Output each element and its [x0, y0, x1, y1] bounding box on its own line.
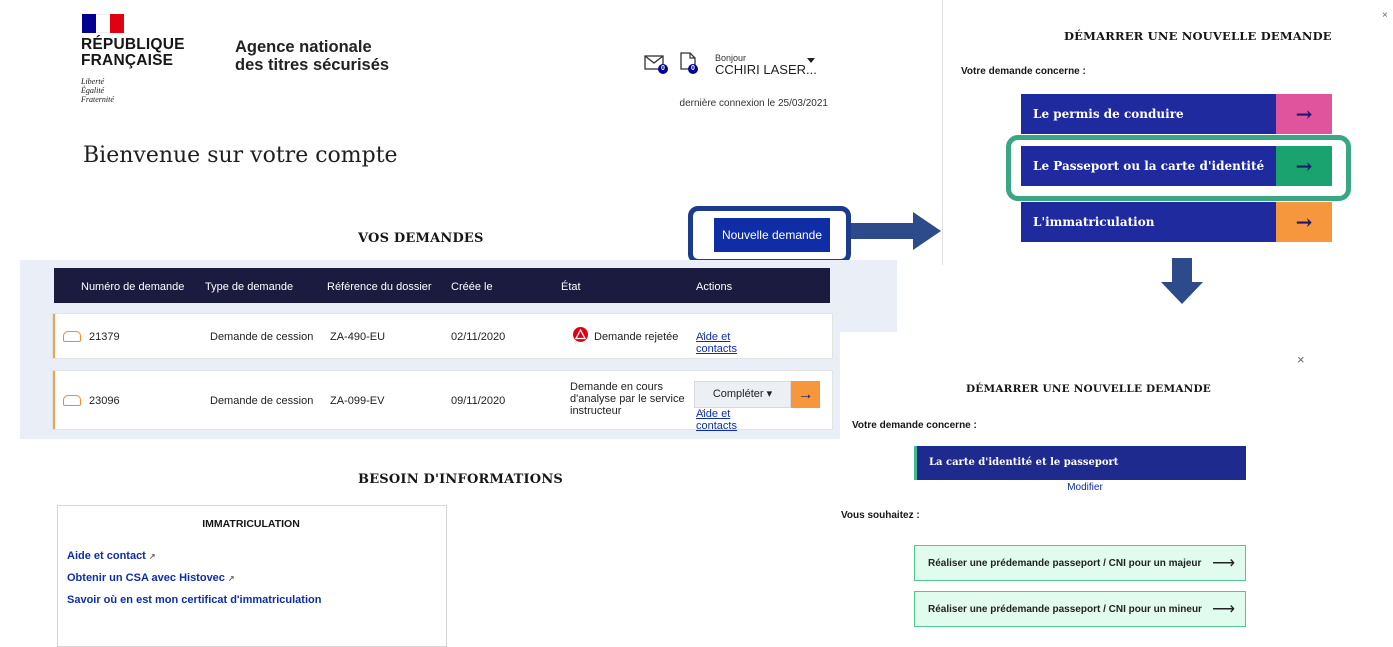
histovec-link[interactable]: Obtenir un CSA avec Histovec ↗: [67, 572, 235, 584]
close-icon[interactable]: ×: [1382, 10, 1388, 21]
column-header: Type de demande: [205, 281, 294, 293]
mail-count-badge: 0: [658, 64, 668, 74]
request-ref: ZA-099-EV: [330, 395, 385, 407]
request-type: Demande de cession: [210, 395, 314, 407]
info-title: BESOIN D'INFORMATIONS: [358, 472, 563, 487]
flow-arrow-right-icon: [851, 212, 941, 250]
arrow-right-icon: ⟶: [1212, 555, 1235, 572]
column-header: Créée le: [451, 281, 493, 293]
wish-label: Vous souhaitez :: [841, 510, 920, 521]
requests-title: VOS DEMANDES: [358, 231, 484, 246]
modal-title: DÉMARRER UNE NOUVELLE DEMANDE: [1064, 29, 1332, 43]
flow-arrow-down-icon: [1161, 258, 1203, 304]
agency-name: Agence nationale des titres sécurisés: [235, 38, 390, 74]
table-row: 21379 Demande de cession ZA-490-EU 02/11…: [53, 314, 832, 358]
selected-choice: La carte d'identité et le passeport: [914, 446, 1246, 480]
modify-link[interactable]: Modifier: [1050, 482, 1120, 493]
complete-dropdown-button[interactable]: Compléter ▾: [694, 381, 791, 408]
choice-driving-license[interactable]: Le permis de conduire →: [1021, 94, 1332, 134]
modal-title: DÉMARRER UNE NOUVELLE DEMANDE: [966, 383, 1211, 395]
request-date: 09/11/2020: [451, 395, 506, 407]
highlight-new-request: [688, 206, 851, 264]
marianne-flag-logo: [82, 14, 124, 33]
document-icon[interactable]: 0: [680, 52, 698, 75]
document-count-badge: 0: [688, 64, 698, 74]
request-ref: ZA-490-EU: [330, 331, 386, 343]
request-type: Demande de cession: [210, 331, 314, 343]
choice-registration[interactable]: L'immatriculation →: [1021, 202, 1332, 242]
column-header: Actions: [696, 281, 733, 293]
republic-motto: Liberté Égalité Fraternité: [81, 77, 114, 104]
modal-question: Votre demande concerne :: [961, 66, 1086, 77]
car-icon: [63, 331, 81, 342]
arrow-right-icon[interactable]: →: [791, 381, 820, 408]
arrow-right-icon: →: [1276, 94, 1332, 134]
certificate-status-link[interactable]: Savoir où en est mon certificat d'immatr…: [67, 594, 321, 606]
option-adult-predemand[interactable]: Réaliser une prédemande passeport / CNI …: [914, 545, 1246, 581]
request-date: 02/11/2020: [451, 331, 506, 343]
chevron-down-icon[interactable]: [807, 58, 815, 63]
request-number: 23096: [89, 395, 120, 407]
request-state: Demande en cours d'analyse par le servic…: [570, 381, 685, 417]
highlight-passport-choice: [1006, 135, 1351, 201]
request-state: Demande rejetée: [594, 331, 679, 343]
help-contact-link[interactable]: Aide et contact ↗: [67, 550, 156, 562]
error-icon: [573, 327, 588, 342]
user-name[interactable]: CCHIRI LASER...: [715, 62, 817, 77]
column-header: Référence du dossier: [327, 281, 432, 293]
arrow-right-icon: →: [1276, 202, 1332, 242]
column-header: Numéro de demande: [81, 281, 185, 293]
column-header: État: [561, 281, 581, 293]
modal-question: Votre demande concerne :: [852, 420, 977, 431]
info-box-title: IMMATRICULATION: [202, 518, 300, 530]
option-minor-predemand[interactable]: Réaliser une prédemande passeport / CNI …: [914, 591, 1246, 627]
republique-francaise-logo: RÉPUBLIQUE FRANÇAISE: [81, 36, 185, 69]
mail-icon[interactable]: 0: [644, 55, 668, 75]
requests-table-header: Numéro de demande Type de demande Référe…: [54, 268, 830, 303]
close-icon[interactable]: ×: [1297, 352, 1305, 367]
page-title: Bienvenue sur votre compte: [83, 143, 398, 168]
last-login: dernière connexion le 25/03/2021: [679, 98, 828, 109]
request-number: 21379: [89, 331, 120, 343]
car-icon: [63, 395, 81, 406]
arrow-right-icon: ⟶: [1212, 601, 1235, 618]
